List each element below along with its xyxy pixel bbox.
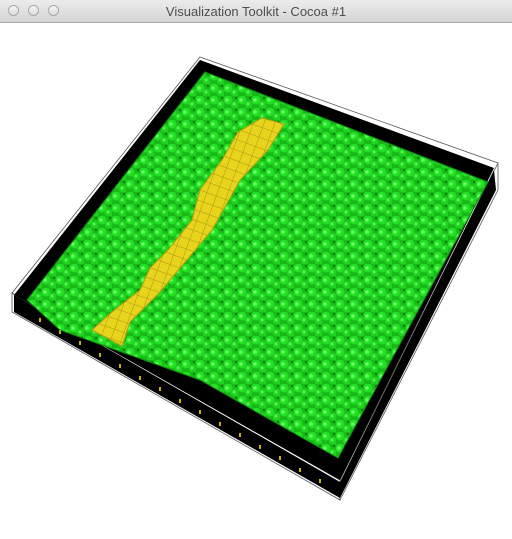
render-view[interactable] xyxy=(0,23,512,534)
3d-scene xyxy=(11,56,499,501)
window-title: Visualization Toolkit - Cocoa #1 xyxy=(165,4,347,19)
title-bar: Visualization Toolkit - Cocoa #1 xyxy=(0,0,512,23)
